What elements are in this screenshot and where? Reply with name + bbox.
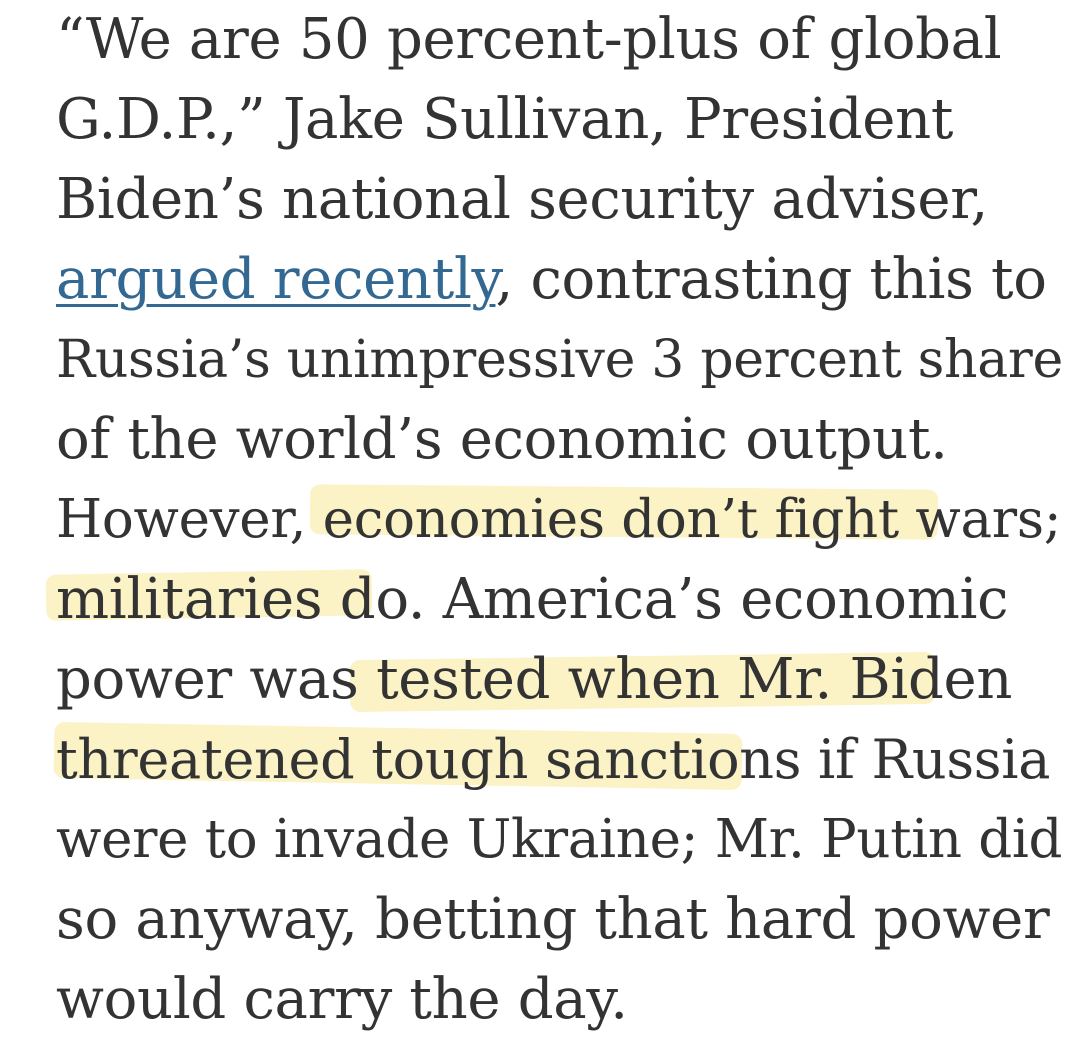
text-line: of the world’s economic output. xyxy=(56,400,948,480)
line-text: were to invade Ukraine; Mr. Putin did xyxy=(56,809,1063,870)
highlighted-text: militaries do xyxy=(56,567,408,632)
text-line: would carry the day. xyxy=(56,960,628,1040)
text-line: so anyway, betting that hard power xyxy=(56,880,1050,960)
line-text: “We are 50 percent-plus of global xyxy=(56,7,1002,72)
line-text: so anyway, betting that hard power xyxy=(56,887,1050,952)
text-line: G.D.P.,” Jake Sullivan, President xyxy=(56,80,953,160)
line-text: However, ec xyxy=(56,489,384,550)
line-text: of the world’s economic output. xyxy=(56,407,948,472)
text-line: Russia’s unimpressive 3 percent share xyxy=(56,320,1063,400)
text-line: argued recently, contrasting this to xyxy=(56,240,1047,320)
line-text: Biden’s national security adviser, xyxy=(56,167,989,232)
text-line: “We are 50 percent-plus of global xyxy=(56,0,1002,80)
highlighted-text: threatened tough sanctions xyxy=(56,728,802,791)
line-text: if Russia xyxy=(801,728,1051,791)
text-line: However, economies don’t fight wars; xyxy=(56,480,1062,560)
line-text: G.D.P.,” Jake Sullivan, President xyxy=(56,87,954,152)
highlighted-text: sted when Mr. Biden xyxy=(431,647,1013,712)
argued-recently-link[interactable]: argued recently xyxy=(56,247,496,312)
highlighted-text: onomies don’t fight war xyxy=(383,489,1017,550)
line-text: Russia’s unimpressive 3 percent share xyxy=(56,330,1063,390)
line-text: , contrasting this to xyxy=(495,247,1047,312)
text-line: power was tested when Mr. Biden xyxy=(56,640,1012,720)
line-text: would carry the day. xyxy=(56,967,628,1032)
text-line: militaries do. America’s economic xyxy=(56,560,1009,640)
line-text: s; xyxy=(1016,489,1062,550)
line-text: power was te xyxy=(56,647,432,712)
line-text: . America’s economic xyxy=(407,567,1009,632)
text-line: were to invade Ukraine; Mr. Putin did xyxy=(56,800,1062,880)
text-line: Biden’s national security adviser, xyxy=(56,160,988,240)
text-line: threatened tough sanctions if Russia xyxy=(56,720,1050,800)
